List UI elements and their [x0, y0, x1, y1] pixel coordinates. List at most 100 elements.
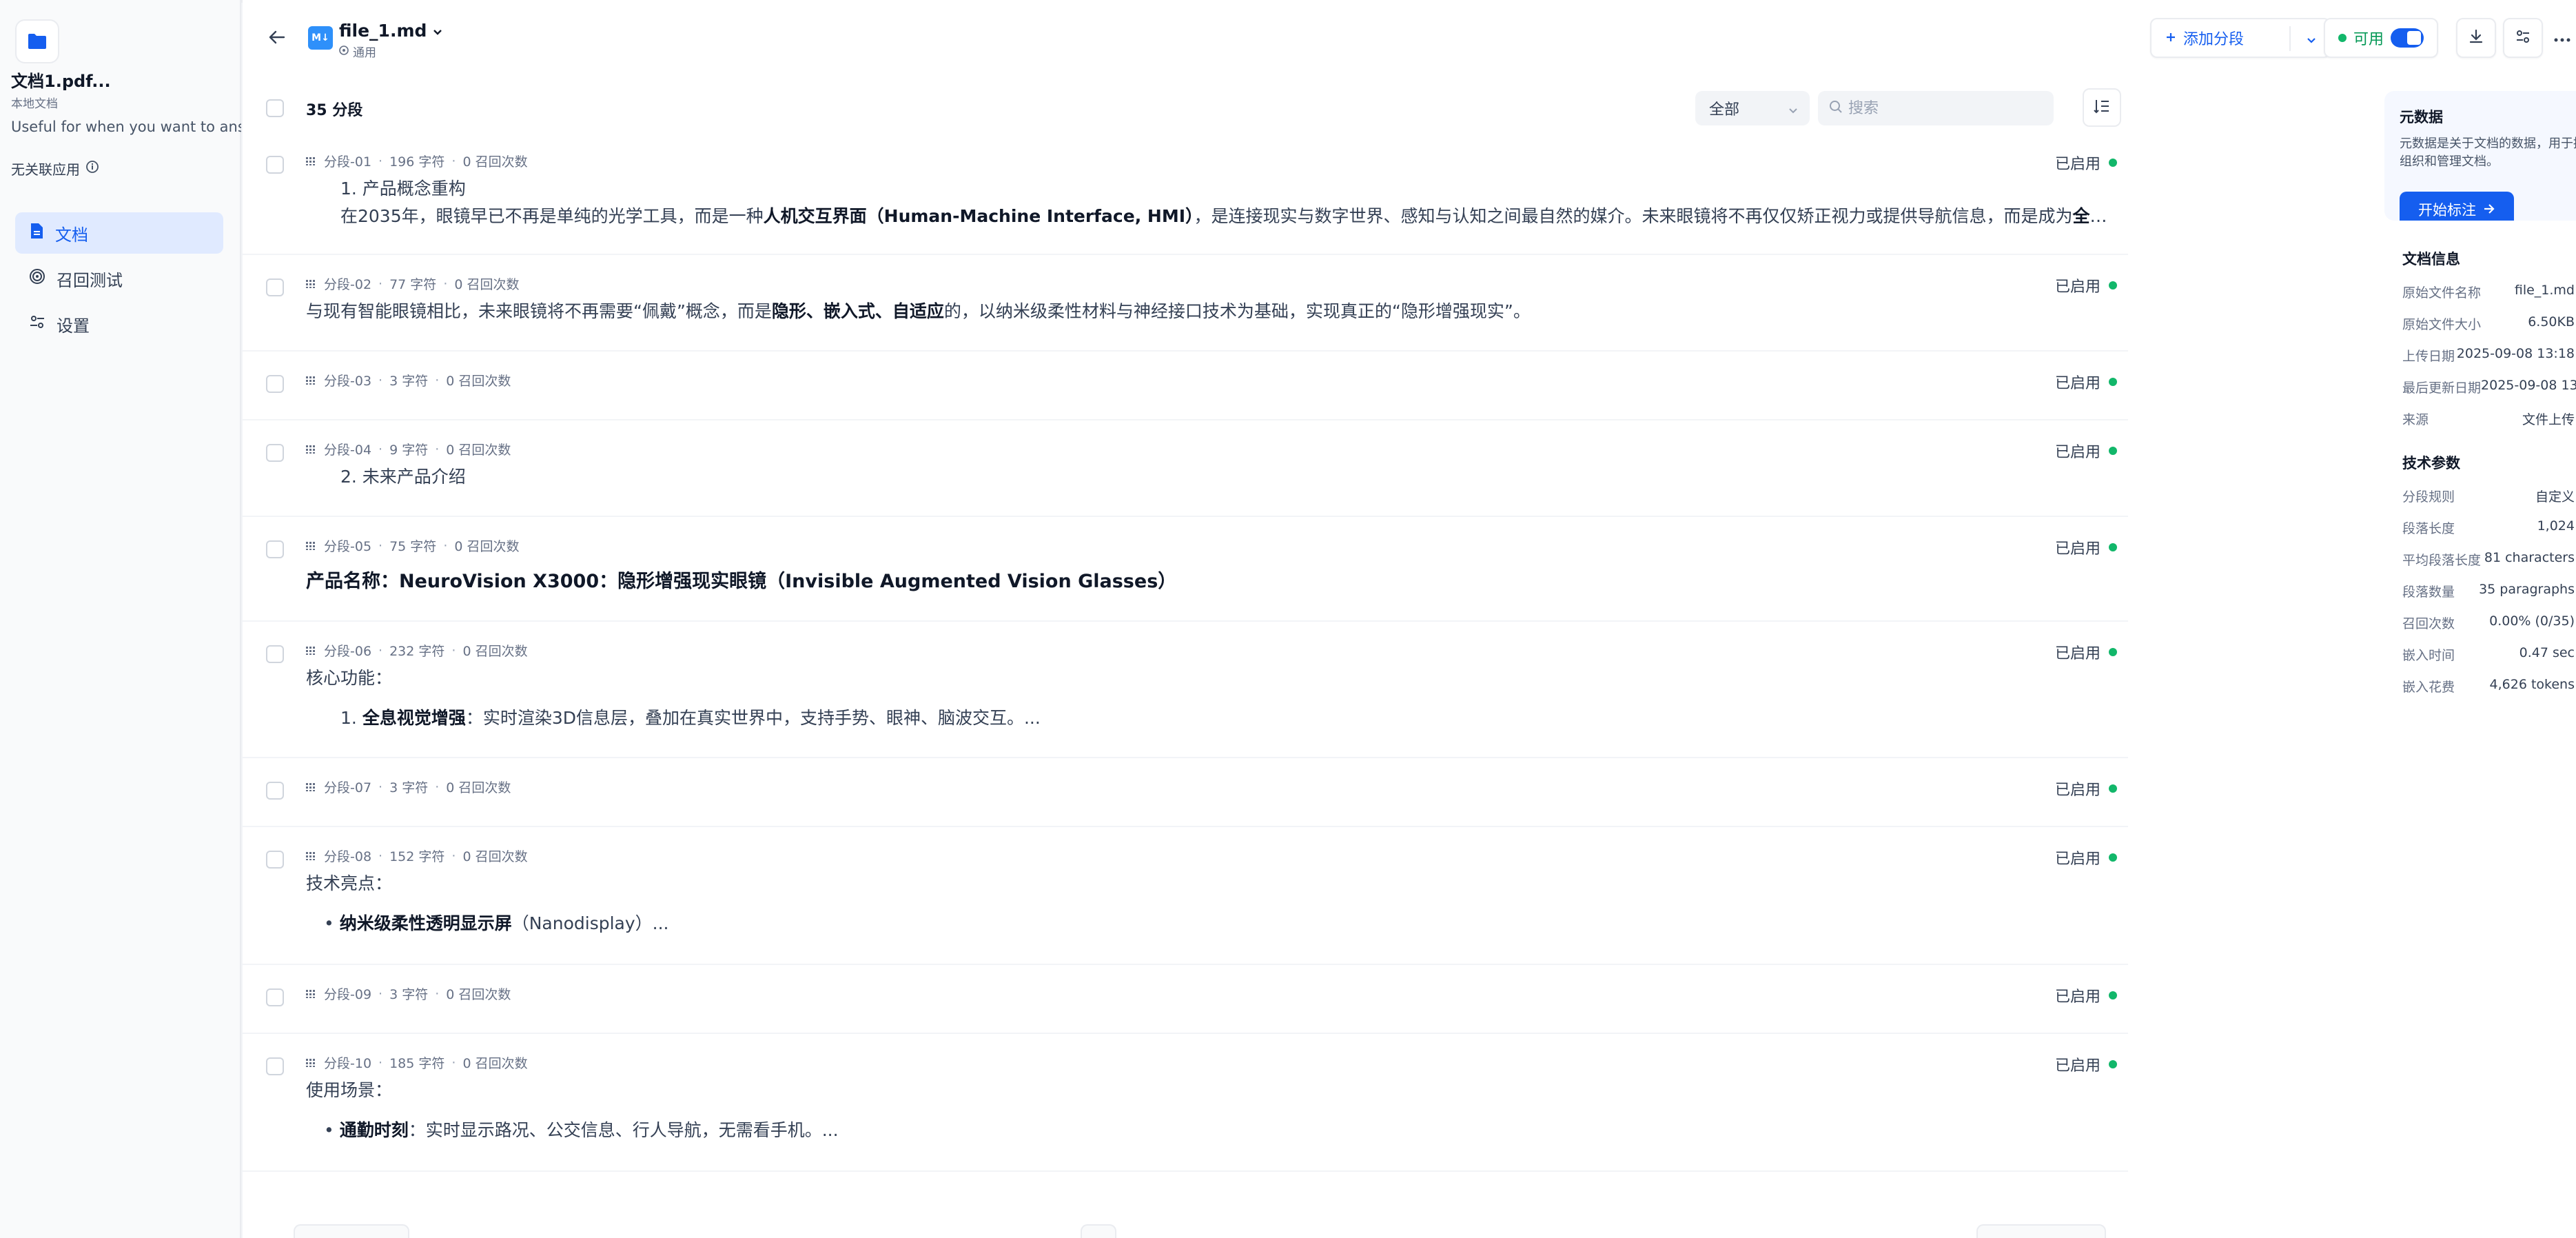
status-filter-select[interactable]: 全部	[1695, 91, 1810, 125]
segment-row[interactable]: 分段-06 · 232 字符 · 0 召回次数 已启用 核心功能： 1. 全息视觉增强：实时渲…	[243, 622, 2128, 758]
segment-status-label: 已启用	[2054, 645, 2100, 662]
segment-checkbox[interactable]	[266, 278, 284, 296]
chevron-down-icon	[432, 21, 443, 41]
metadata-title: 元数据	[2400, 109, 2443, 125]
segment-row[interactable]: 分段-09 · 3 字符 · 0 召回次数 已启用	[243, 965, 2128, 1034]
info-value: 自定义	[2535, 489, 2575, 505]
file-name: file_1.md	[339, 21, 427, 41]
start-labeling-label: 开始标注	[2418, 202, 2476, 219]
grip-icon	[306, 276, 317, 292]
tech-params-title: 技术参数	[2402, 455, 2460, 471]
segment-status: 已启用	[2055, 984, 2117, 1006]
status-dot	[2109, 281, 2117, 290]
document-header: M↓ file_1.md 通用 添加分段 可用	[243, 0, 2576, 74]
segment-row[interactable]: 分段-10 · 185 字符 · 0 召回次数 已启用 使用场景： • 通勤时刻：实时显示路况…	[243, 1034, 2128, 1172]
start-labeling-button[interactable]: 开始标注	[2400, 192, 2514, 221]
segment-recall-count: 0 召回次数	[454, 539, 520, 554]
info-key: 嵌入时间	[2402, 648, 2455, 663]
info-value: 0.47 sec	[2519, 645, 2575, 660]
segment-recall-count: 0 召回次数	[462, 154, 528, 170]
segment-status-label: 已启用	[2054, 851, 2100, 868]
segment-id: 分段-07	[324, 780, 372, 795]
text: ，是连接现实与数字世界、感知与认知之间最自然的媒介。未来眼镜将不再仅仅矫正视力或…	[1194, 206, 2073, 226]
back-arrow-icon[interactable]	[263, 23, 291, 51]
segment-content: 与现有智能眼镜相比，未来眼镜将不再需要“佩戴”概念，而是隐形、嵌入式、自适应的，…	[306, 298, 2116, 325]
segment-recall-count: 0 召回次数	[462, 1056, 528, 1071]
segment-id: 分段-02	[324, 277, 372, 292]
segment-row[interactable]: 分段-01 · 196 字符 · 0 召回次数 已启用 1. 产品概念重构 在2035年，眼镜…	[243, 132, 2128, 255]
metadata-card: 元数据 元数据是关于文档的数据，用于描述文档的属性。元数据可以帮助您更好地组织和…	[2384, 91, 2576, 221]
page-size-control[interactable]	[294, 1224, 409, 1238]
filter-value: 全部	[1709, 101, 1740, 119]
status-dot	[2109, 1060, 2117, 1068]
segment-row[interactable]: 分段-08 · 152 字符 · 0 召回次数 已启用 技术亮点： • 纳米级柔性透明显示屏（…	[243, 827, 2128, 965]
document-status-toggle[interactable]: 可用	[2324, 18, 2438, 58]
segment-status: 已启用	[2055, 846, 2117, 869]
download-button[interactable]	[2456, 18, 2496, 58]
separator: ·	[435, 372, 440, 388]
segment-checkbox[interactable]	[266, 1057, 284, 1075]
download-icon	[2468, 29, 2484, 47]
segment-checkbox[interactable]	[266, 540, 284, 558]
segment-checkbox[interactable]	[266, 988, 284, 1006]
separator: ·	[451, 642, 456, 658]
more-options-button[interactable]	[2548, 18, 2576, 58]
separator: ·	[378, 372, 383, 388]
info-key: 召回次数	[2402, 616, 2455, 631]
segment-char-count: 185 字符	[389, 1056, 445, 1071]
segment-list: 分段-01 · 196 字符 · 0 召回次数 已启用 1. 产品概念重构 在2035年，眼镜…	[243, 132, 2128, 1172]
segment-id: 分段-06	[324, 644, 372, 659]
segment-row[interactable]: 分段-05 · 75 字符 · 0 召回次数 已启用 产品名称：NeuroVision X3…	[243, 517, 2128, 622]
segment-status: 已启用	[2055, 778, 2117, 800]
separator: ·	[378, 848, 383, 864]
info-key: 分段规则	[2402, 489, 2455, 505]
select-all-checkbox[interactable]	[266, 99, 284, 117]
mode-icon	[339, 45, 349, 59]
segment-status: 已启用	[2055, 1053, 2117, 1075]
add-segment-button[interactable]: 添加分段	[2150, 18, 2331, 58]
chevron-down-icon	[1788, 102, 1799, 119]
sidebar-item-label: 召回测试	[57, 270, 123, 290]
dataset-description: Useful for when you want to answer	[11, 119, 241, 135]
sidebar-item-settings[interactable]: 设置	[15, 303, 223, 345]
segment-row[interactable]: 分段-04 · 9 字符 · 0 召回次数 已启用 2. 未来产品介绍	[243, 420, 2128, 517]
button-divider	[2289, 26, 2291, 51]
info-row: 段落数量 35 paragraphs	[2402, 582, 2575, 600]
file-switcher[interactable]: file_1.md	[339, 21, 443, 41]
segment-checkbox[interactable]	[266, 645, 284, 663]
info-icon[interactable]	[85, 160, 99, 177]
segment-row[interactable]: 分段-07 · 3 字符 · 0 召回次数 已启用	[243, 758, 2128, 827]
text: 2. 未来产品介绍	[340, 467, 466, 487]
segment-checkbox[interactable]	[266, 851, 284, 869]
separator: ·	[378, 779, 383, 795]
segment-checkbox[interactable]	[266, 375, 284, 393]
pagination-bar	[243, 1208, 2128, 1238]
enable-switch[interactable]	[2391, 28, 2424, 48]
info-key: 原始文件大小	[2402, 317, 2482, 332]
info-value: 4,626 tokens	[2489, 677, 2575, 692]
grip-icon	[306, 373, 317, 388]
page-button[interactable]	[1081, 1224, 1116, 1238]
segment-char-count: 232 字符	[389, 644, 445, 659]
segment-id: 分段-01	[324, 154, 372, 170]
chevron-down-icon[interactable]	[2306, 32, 2317, 49]
view-toggle-button[interactable]	[2083, 88, 2121, 127]
info-key: 段落数量	[2402, 585, 2455, 600]
segment-status: 已启用	[2055, 641, 2117, 663]
search-input[interactable]	[1848, 99, 2041, 117]
info-value: file_1.md	[2514, 283, 2575, 298]
info-row: 平均段落长度 81 characters	[2402, 550, 2575, 569]
text: ：实时渲染3D信息层，叠加在真实世界中，支持手势、眼神、脑波交互。...	[465, 708, 1041, 728]
sidebar-item-retrieval-test[interactable]: 召回测试	[15, 258, 223, 299]
segment-checkbox[interactable]	[266, 156, 284, 174]
segment-line: • 纳米级柔性透明显示屏（Nanodisplay）...	[306, 910, 2116, 937]
segment-row[interactable]: 分段-03 · 3 字符 · 0 召回次数 已启用	[243, 352, 2128, 420]
segment-settings-button[interactable]	[2503, 18, 2543, 58]
text: 在2035年，眼镜早已不再是单纯的光学工具，而是一种	[340, 206, 764, 226]
linked-app-label: 无关联应用	[11, 161, 80, 178]
page-jump-control[interactable]	[1976, 1224, 2106, 1238]
segment-checkbox[interactable]	[266, 444, 284, 462]
segment-checkbox[interactable]	[266, 782, 284, 800]
sidebar-item-documents[interactable]: 文档	[15, 212, 223, 254]
segment-row[interactable]: 分段-02 · 77 字符 · 0 召回次数 已启用 与现有智能眼镜相比，未来眼镜将不再需要…	[243, 255, 2128, 352]
